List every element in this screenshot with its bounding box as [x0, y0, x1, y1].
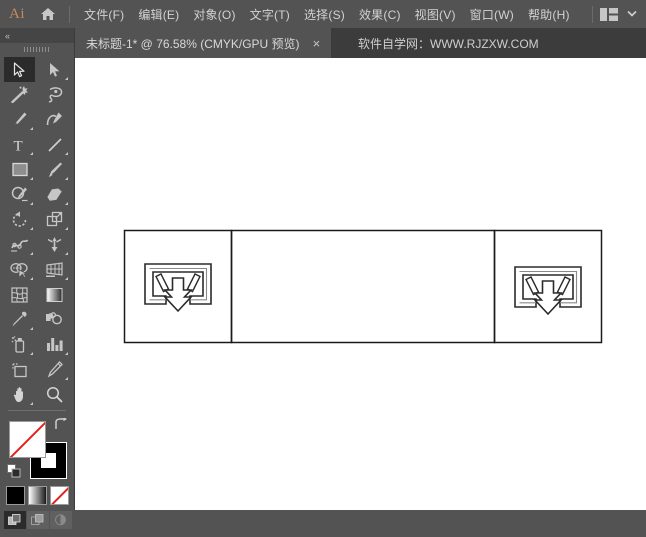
tool-flyout-indicator	[30, 327, 33, 330]
tool-grid: T	[0, 56, 74, 414]
document-tab-title: 未标题-1* @ 76.58% (CMYK/GPU 预览)	[86, 36, 300, 51]
color-swatch-black[interactable]	[6, 486, 25, 505]
zoom-tool[interactable]	[39, 382, 70, 407]
ai-logo: Ai	[9, 5, 25, 22]
menu-help[interactable]: 帮助(H)	[521, 2, 577, 27]
rotate-tool[interactable]	[4, 207, 35, 232]
menu-file[interactable]: 文件(F)	[77, 2, 131, 27]
canvas-area[interactable]	[75, 58, 646, 510]
close-icon[interactable]: ×	[300, 37, 332, 50]
eyedropper-tool[interactable]	[4, 307, 35, 332]
menu-type[interactable]: 文字(T)	[243, 2, 297, 27]
fill-swatch[interactable]	[9, 421, 46, 458]
workspace-switcher-icon[interactable]	[600, 7, 618, 21]
color-controls	[0, 414, 75, 537]
tool-flyout-indicator	[65, 202, 68, 205]
menu-bar: Ai 文件(F) 编辑(E) 对象(O) 文字(T) 选择(S) 效果(C) 视…	[0, 0, 646, 28]
menu-edit[interactable]: 编辑(E)	[131, 2, 186, 27]
tool-flyout-indicator	[65, 377, 68, 380]
drawing-mode-buttons	[0, 511, 75, 529]
menu-select[interactable]: 选择(S)	[297, 2, 352, 27]
menu-window[interactable]: 窗口(W)	[463, 2, 521, 27]
paintbrush-tool[interactable]	[39, 157, 70, 182]
swap-fill-stroke-icon[interactable]	[53, 417, 68, 436]
blend-tool[interactable]	[39, 307, 70, 332]
grip-dots-icon	[24, 47, 50, 52]
artboard-tool[interactable]	[4, 357, 35, 382]
tool-flyout-indicator	[65, 277, 68, 280]
none-slash-indicator	[51, 487, 68, 504]
pen-tool[interactable]	[4, 107, 35, 132]
tool-flyout-indicator	[30, 152, 33, 155]
scale-tool[interactable]	[39, 207, 70, 232]
shape-builder-tool[interactable]	[4, 257, 35, 282]
menu-view[interactable]: 视图(V)	[408, 2, 463, 27]
none-swatch[interactable]	[50, 486, 69, 505]
magic-wand-tool[interactable]	[4, 82, 35, 107]
mesh-tool[interactable]	[4, 282, 35, 307]
tool-flyout-indicator	[30, 352, 33, 355]
tool-flyout-indicator	[30, 252, 33, 255]
tool-flyout-indicator	[65, 177, 68, 180]
selection-tool[interactable]	[4, 57, 35, 82]
column-graph-tool[interactable]	[39, 332, 70, 357]
menu-bar-right	[585, 5, 646, 23]
menu-object[interactable]: 对象(O)	[186, 2, 242, 27]
tool-flyout-indicator	[30, 177, 33, 180]
type-tool[interactable]: T	[4, 132, 35, 157]
free-transform-tool[interactable]	[39, 232, 70, 257]
middle-cell-rect[interactable]	[230, 229, 496, 344]
panel-collapse-button[interactable]: «	[0, 28, 74, 43]
hand-tool[interactable]	[4, 382, 35, 407]
gradient-tool[interactable]	[39, 282, 70, 307]
perspective-grid-tool[interactable]	[39, 257, 70, 282]
svg-text:T: T	[14, 138, 23, 153]
shaper-tool[interactable]	[4, 182, 35, 207]
color-mode-swatches	[0, 486, 75, 505]
document-tab[interactable]: 未标题-1* @ 76.58% (CMYK/GPU 预览) ×	[75, 28, 332, 58]
panel-drag-handle[interactable]	[0, 43, 74, 56]
tool-flyout-indicator	[65, 252, 68, 255]
home-icon[interactable]	[34, 7, 62, 21]
menu-divider	[69, 5, 70, 23]
tools-panel: « T	[0, 28, 75, 529]
tool-flyout-indicator	[30, 227, 33, 230]
slice-tool[interactable]	[39, 357, 70, 382]
line-segment-tool[interactable]	[39, 132, 70, 157]
tool-flyout-indicator	[30, 127, 33, 130]
illustrator-window: Ai 文件(F) 编辑(E) 对象(O) 文字(T) 选择(S) 效果(C) 视…	[0, 0, 646, 529]
symbol-sprayer-tool[interactable]	[4, 332, 35, 357]
curvature-tool[interactable]	[39, 107, 70, 132]
download-icon-right[interactable]	[514, 266, 582, 316]
default-fill-stroke-icon[interactable]	[7, 464, 21, 483]
menu-effect[interactable]: 效果(C)	[352, 2, 408, 27]
download-import-icon-artwork[interactable]	[75, 58, 646, 510]
rectangle-tool[interactable]	[4, 157, 35, 182]
tool-flyout-indicator	[65, 152, 68, 155]
gradient-swatch[interactable]	[28, 486, 47, 505]
tool-flyout-indicator	[30, 202, 33, 205]
tool-flyout-indicator	[65, 352, 68, 355]
chevron-down-icon[interactable]	[627, 9, 637, 19]
download-icon-left[interactable]	[144, 263, 212, 313]
none-slash-indicator	[10, 422, 45, 457]
direct-selection-tool[interactable]	[39, 57, 70, 82]
tool-flyout-indicator	[65, 227, 68, 230]
draw-inside-mode[interactable]	[49, 511, 72, 529]
document-tab-bar: 未标题-1* @ 76.58% (CMYK/GPU 预览) × 软件自学网：WW…	[0, 28, 646, 58]
tool-flyout-indicator	[30, 277, 33, 280]
draw-normal-mode[interactable]	[3, 511, 26, 529]
eraser-tool[interactable]	[39, 182, 70, 207]
watermark-text: 软件自学网：WWW.RJZXW.COM	[358, 36, 539, 51]
workspace-divider	[592, 5, 593, 23]
double-chevron-left-icon: «	[5, 30, 10, 41]
tool-flyout-indicator	[30, 402, 33, 405]
tool-section-divider	[4, 407, 70, 414]
draw-behind-mode[interactable]	[26, 511, 49, 529]
tool-flyout-indicator	[65, 77, 68, 80]
width-tool[interactable]	[4, 232, 35, 257]
lasso-tool[interactable]	[39, 82, 70, 107]
